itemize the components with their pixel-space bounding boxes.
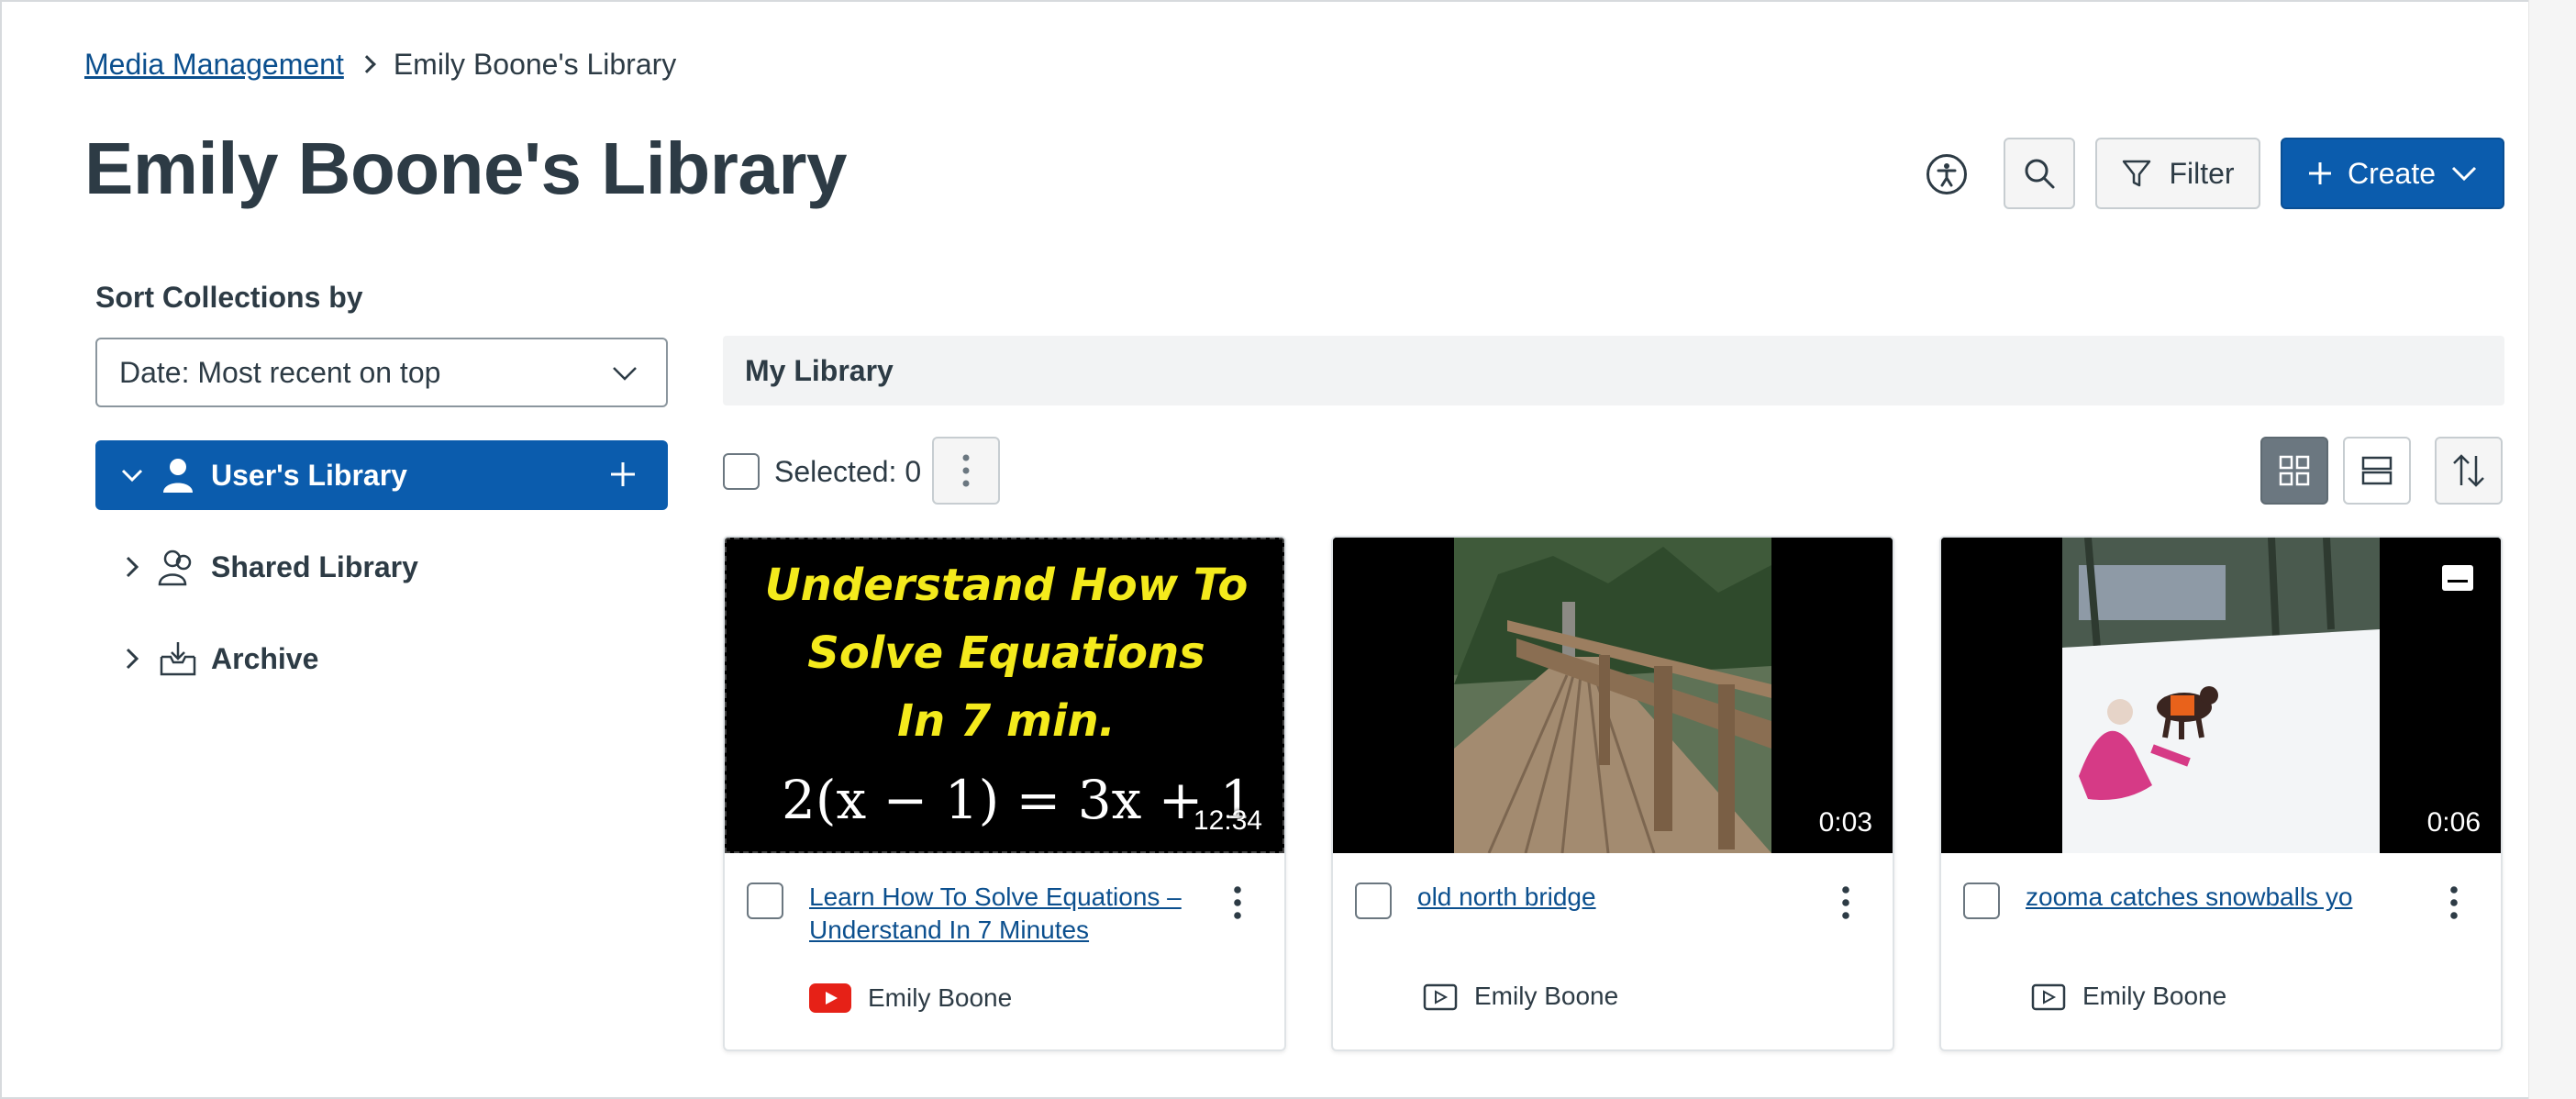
- sort-collections-label: Sort Collections by: [95, 281, 363, 314]
- create-label: Create: [2347, 156, 2437, 190]
- captions-icon: [2442, 565, 2473, 591]
- sort-select-value: Date: Most recent on top: [119, 355, 441, 389]
- sort-order-button[interactable]: [2435, 437, 2503, 505]
- shared-library-icon: [154, 548, 202, 586]
- bridge-photo: [1333, 538, 1893, 853]
- media-card: 0:03 old north bridge Emily Boone: [1331, 536, 1894, 1051]
- breadcrumb: Media Management Emily Boone's Library: [84, 42, 676, 86]
- kebab-icon[interactable]: [1841, 884, 1850, 921]
- media-card: 0:06 zooma catches snowballs yo Emily Bo…: [1939, 536, 2503, 1051]
- youtube-icon: [809, 983, 851, 1013]
- filter-label: Filter: [2169, 156, 2235, 190]
- tree-item-label: Archive: [211, 641, 319, 675]
- media-title-link[interactable]: old north bridge: [1417, 881, 1803, 914]
- video-icon: [1423, 983, 1458, 1011]
- list-icon: [2361, 456, 2393, 485]
- bulk-actions-menu-button[interactable]: [932, 437, 1000, 505]
- archive-icon: [154, 640, 202, 677]
- video-icon: [2031, 983, 2066, 1011]
- media-card: Understand How To Solve Equations In 7 m…: [723, 536, 1286, 1051]
- media-owner: Emily Boone: [2031, 982, 2226, 1011]
- tree-item-label: Shared Library: [211, 550, 418, 583]
- selected-count: Selected: 0: [774, 455, 922, 488]
- add-collection-icon[interactable]: [605, 457, 640, 492]
- accessibility-icon[interactable]: [1926, 154, 1967, 194]
- breadcrumb-media-management-link[interactable]: Media Management: [84, 48, 344, 82]
- grid-icon: [2279, 455, 2310, 486]
- tree-item-users-library[interactable]: User's Library: [95, 440, 668, 510]
- user-library-icon: [154, 456, 202, 494]
- duration-badge: 12:34: [1193, 805, 1262, 836]
- tree-item-archive[interactable]: Archive: [95, 624, 668, 694]
- duration-badge: 0:06: [2426, 807, 2481, 838]
- filter-icon: [2123, 160, 2151, 187]
- media-select-checkbox[interactable]: [747, 883, 783, 919]
- kebab-icon[interactable]: [2449, 884, 2459, 921]
- grid-view-button[interactable]: [2260, 437, 2328, 505]
- kebab-icon[interactable]: [1233, 884, 1242, 921]
- plus-icon: [2308, 162, 2331, 184]
- create-button[interactable]: Create: [2281, 138, 2504, 209]
- thumb-text-line: Solve Equations: [807, 627, 1205, 679]
- chevron-down-icon[interactable]: [114, 467, 150, 483]
- thumb-text-line: Understand How To: [764, 560, 1249, 611]
- media-owner: Emily Boone: [809, 983, 1012, 1013]
- chevron-right-icon[interactable]: [114, 555, 150, 579]
- tree-item-shared-library[interactable]: Shared Library: [95, 532, 668, 602]
- filter-button[interactable]: Filter: [2095, 138, 2260, 209]
- snow-dog-photo: [1941, 538, 2501, 853]
- media-thumbnail[interactable]: 0:03: [1333, 538, 1893, 853]
- my-library-header: My Library: [723, 336, 2504, 405]
- owner-name: Emily Boone: [1474, 982, 1619, 1010]
- search-icon: [2025, 159, 2055, 189]
- chevron-down-icon: [613, 367, 637, 381]
- chevron-down-icon: [2451, 166, 2477, 182]
- media-select-checkbox[interactable]: [1963, 883, 2000, 919]
- page-title: Emily Boone's Library: [84, 128, 847, 209]
- duration-badge: 0:03: [1818, 807, 1872, 838]
- chevron-right-icon: [357, 55, 376, 73]
- media-thumbnail[interactable]: 0:06: [1941, 538, 2501, 853]
- media-title-link[interactable]: zooma catches snowballs yo: [2026, 881, 2411, 914]
- owner-name: Emily Boone: [2082, 982, 2227, 1010]
- sort-arrows-icon: [2453, 454, 2484, 487]
- chevron-right-icon[interactable]: [114, 647, 150, 671]
- select-all-checkbox[interactable]: [723, 453, 760, 490]
- thumb-equation: 2(x − 1) = 3x + 1: [782, 769, 1254, 831]
- tree-item-label: User's Library: [211, 458, 407, 492]
- media-select-checkbox[interactable]: [1355, 883, 1392, 919]
- breadcrumb-current: Emily Boone's Library: [393, 47, 677, 81]
- media-thumbnail[interactable]: Understand How To Solve Equations In 7 m…: [725, 538, 1284, 853]
- media-title-link[interactable]: Learn How To Solve Equations – Understan…: [809, 881, 1194, 947]
- kebab-icon: [962, 454, 970, 487]
- search-button[interactable]: [2004, 138, 2075, 209]
- owner-name: Emily Boone: [868, 983, 1013, 1012]
- sort-collections-select[interactable]: Date: Most recent on top: [95, 338, 668, 407]
- thumb-text-line: In 7 min.: [897, 695, 1116, 747]
- media-owner: Emily Boone: [1423, 982, 1618, 1011]
- list-view-button[interactable]: [2343, 437, 2411, 505]
- right-gutter: [2528, 0, 2576, 1099]
